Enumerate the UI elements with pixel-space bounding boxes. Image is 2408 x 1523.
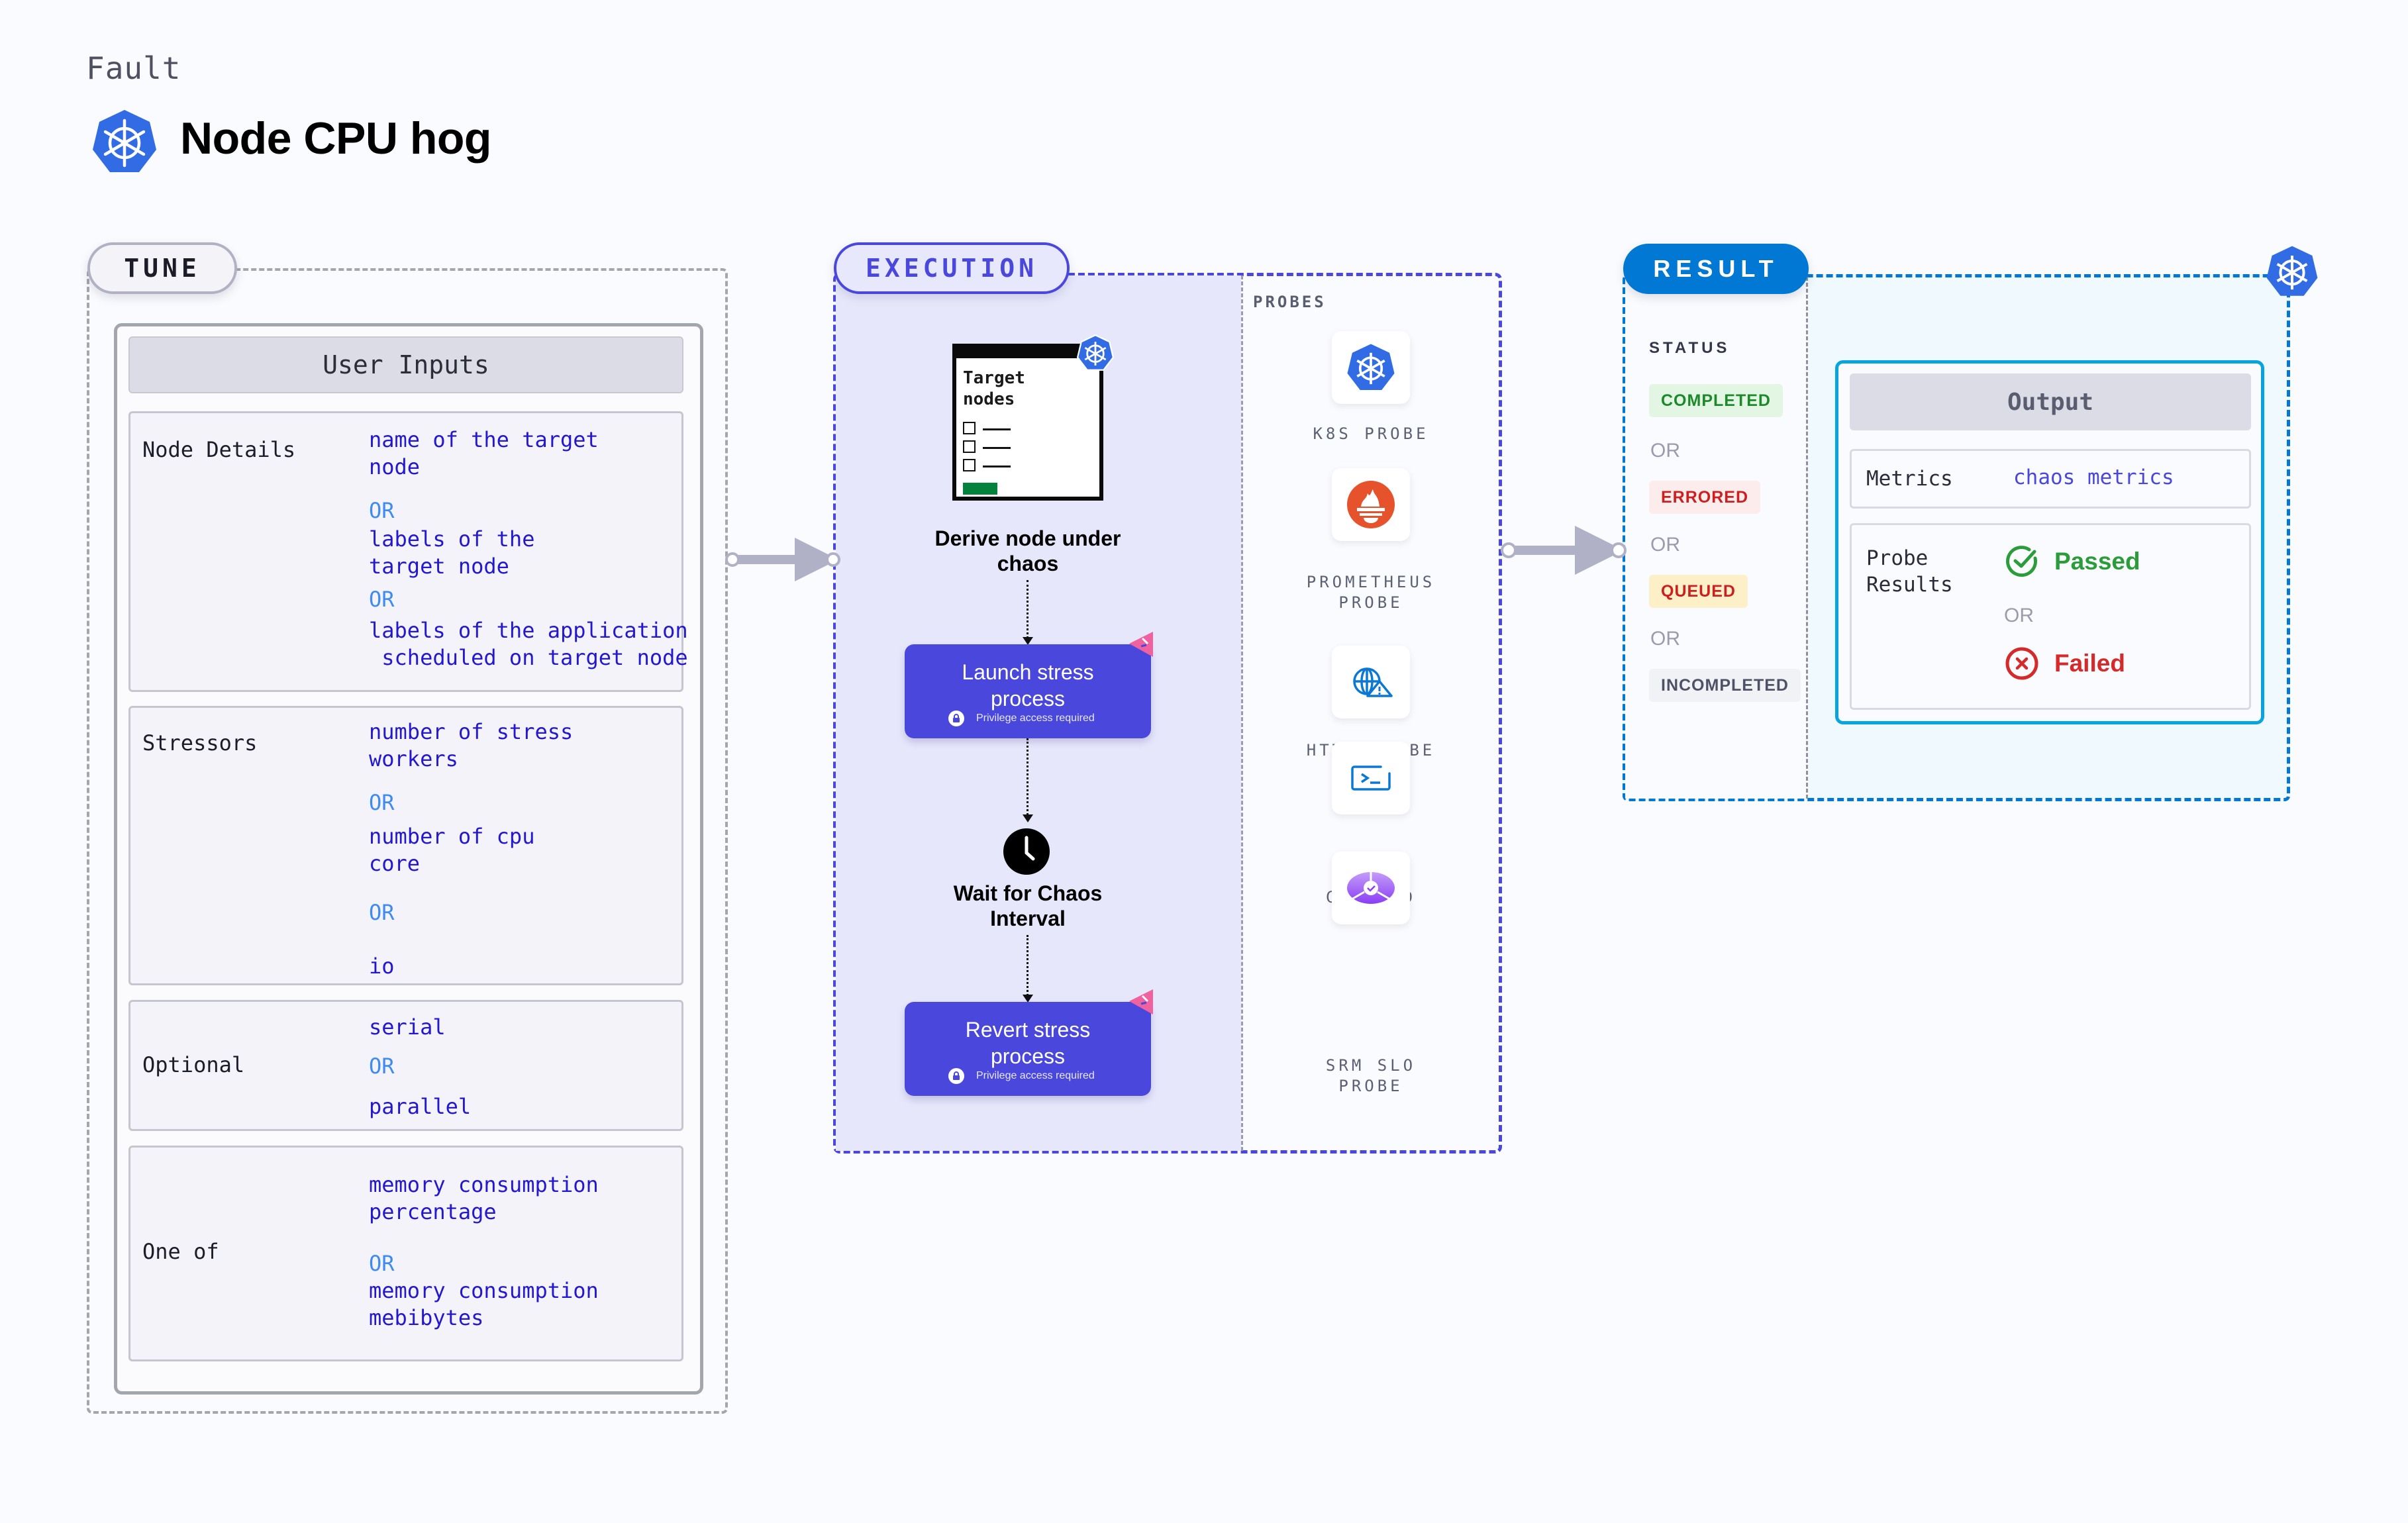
or-separator: OR	[2004, 605, 2034, 626]
or-separator: OR	[369, 1054, 395, 1079]
input-option: serial	[369, 1014, 446, 1040]
terminal-icon	[1351, 765, 1391, 791]
or-separator: OR	[1650, 628, 1680, 650]
probes-divider	[1241, 275, 1243, 1151]
list-line	[983, 466, 1011, 467]
metrics-value: chaos metrics	[2013, 466, 2174, 489]
privilege-note: Privilege access required	[976, 712, 1095, 724]
kubernetes-icon	[1077, 334, 1114, 371]
section-label: Stressors	[142, 730, 258, 756]
input-option: labels of the target node	[369, 526, 535, 579]
input-option: memory consumption percentage	[369, 1172, 599, 1224]
input-section-optional: Optional serial OR parallel	[128, 1000, 683, 1131]
list-line	[983, 447, 1011, 449]
checkbox-icon	[963, 440, 976, 453]
checkbox-icon	[963, 422, 976, 434]
step-title: Revert stress process	[965, 1018, 1091, 1068]
result-pill: RESULT	[1623, 244, 1809, 294]
or-separator: OR	[369, 498, 395, 523]
lock-icon	[948, 711, 964, 726]
page-title: Node CPU hog	[180, 113, 491, 164]
target-nodes-title: Target nodes	[963, 368, 1025, 409]
check-circle-icon	[2006, 546, 2037, 577]
flow-connector	[1027, 580, 1028, 638]
or-separator: OR	[369, 1251, 395, 1276]
or-separator: OR	[1650, 440, 1680, 462]
probe-prometheus[interactable]	[1332, 468, 1410, 541]
probe-k8s[interactable]	[1332, 331, 1410, 404]
step-revert-stress[interactable]: Revert stress process Privilege access r…	[905, 1002, 1151, 1096]
list-line	[983, 428, 1011, 430]
metrics-label: Metrics	[1866, 467, 1953, 491]
globe-warning-icon	[1353, 667, 1393, 697]
step-derive-node: Derive node under chaos	[934, 526, 1121, 575]
user-inputs-header: User Inputs	[128, 336, 683, 393]
passed-label: Passed	[2054, 548, 2140, 575]
prometheus-icon	[1347, 481, 1395, 528]
lock-icon	[948, 1068, 964, 1084]
status-badge-queued: QUEUED	[1649, 575, 1748, 608]
kubernetes-icon	[2266, 246, 2318, 296]
or-separator: OR	[369, 790, 395, 815]
chaos-fault-icon	[1129, 632, 1153, 657]
input-section-stressors: Stressors number of stress workers OR nu…	[128, 706, 683, 985]
step-launch-stress[interactable]: Launch stress process Privilege access r…	[905, 644, 1151, 738]
probe-results-label: Probe Results	[1866, 546, 1953, 597]
status-label: STATUS	[1649, 339, 1731, 357]
execution-pill: EXECUTION	[834, 242, 1070, 294]
arrow-down-icon	[1023, 814, 1033, 822]
status-badge-errored: ERRORED	[1649, 481, 1761, 514]
input-option: number of stress workers	[369, 719, 574, 771]
probe-http[interactable]	[1332, 646, 1410, 718]
flow-connector	[1027, 738, 1028, 815]
slo-icon	[1347, 872, 1395, 904]
input-section-node-details: Node Details name of the target node OR …	[128, 411, 688, 692]
tune-pill: TUNE	[87, 242, 237, 294]
probe-result-passed: Passed	[2004, 544, 2140, 579]
input-section-one-of: One of memory consumption percentage OR …	[128, 1146, 683, 1361]
step-title: Launch stress process	[962, 660, 1094, 711]
probes-label: PROBES	[1253, 293, 1327, 311]
input-option: io	[369, 954, 395, 979]
output-header: Output	[1850, 373, 2251, 430]
kubernetes-icon	[93, 110, 156, 172]
x-circle-icon	[2005, 647, 2038, 680]
section-label: Node Details	[142, 437, 296, 462]
probe-label: K8S PROBE	[1313, 424, 1429, 443]
submit-bar	[963, 483, 997, 495]
input-option: labels of the application scheduled on t…	[369, 618, 688, 670]
probe-result-failed: Failed	[2004, 646, 2125, 681]
output-probe-results-row: Probe Results Passed OR Failed	[1850, 523, 2251, 710]
or-separator: OR	[369, 900, 395, 925]
kubernetes-icon	[1347, 344, 1395, 391]
chaos-fault-icon	[1129, 989, 1153, 1014]
status-badge-incompleted: INCOMPLETED	[1649, 669, 1801, 702]
probe-command[interactable]	[1332, 742, 1410, 814]
input-option: name of the target node	[369, 427, 599, 479]
or-separator: OR	[1650, 534, 1680, 556]
input-option: number of cpu core	[369, 824, 535, 876]
or-separator: OR	[369, 587, 395, 612]
section-label: One of	[142, 1239, 219, 1264]
page-eyebrow: Fault	[86, 50, 181, 86]
probe-label: SRM SLO PROBE	[1325, 1056, 1417, 1095]
probe-srm-slo[interactable]	[1332, 852, 1410, 924]
step-wait-chaos-interval: Wait for Chaos Interval	[953, 881, 1103, 930]
checkbox-icon	[963, 459, 976, 471]
flow-arrow-execution-to-result	[1501, 526, 1627, 575]
section-label: Optional	[142, 1052, 245, 1077]
failed-label: Failed	[2054, 650, 2125, 677]
probe-label: PROMETHEUS PROBE	[1306, 573, 1436, 612]
privilege-note: Privilege access required	[976, 1070, 1095, 1081]
output-metrics-row: Metrics chaos metrics	[1850, 449, 2251, 509]
clock-icon	[1003, 828, 1050, 875]
input-option: memory consumption mebibytes	[369, 1278, 599, 1330]
status-badge-completed: COMPLETED	[1649, 384, 1783, 417]
flow-arrow-tune-to-execution	[725, 538, 840, 581]
input-option: parallel	[369, 1094, 472, 1119]
flow-connector	[1027, 935, 1028, 996]
